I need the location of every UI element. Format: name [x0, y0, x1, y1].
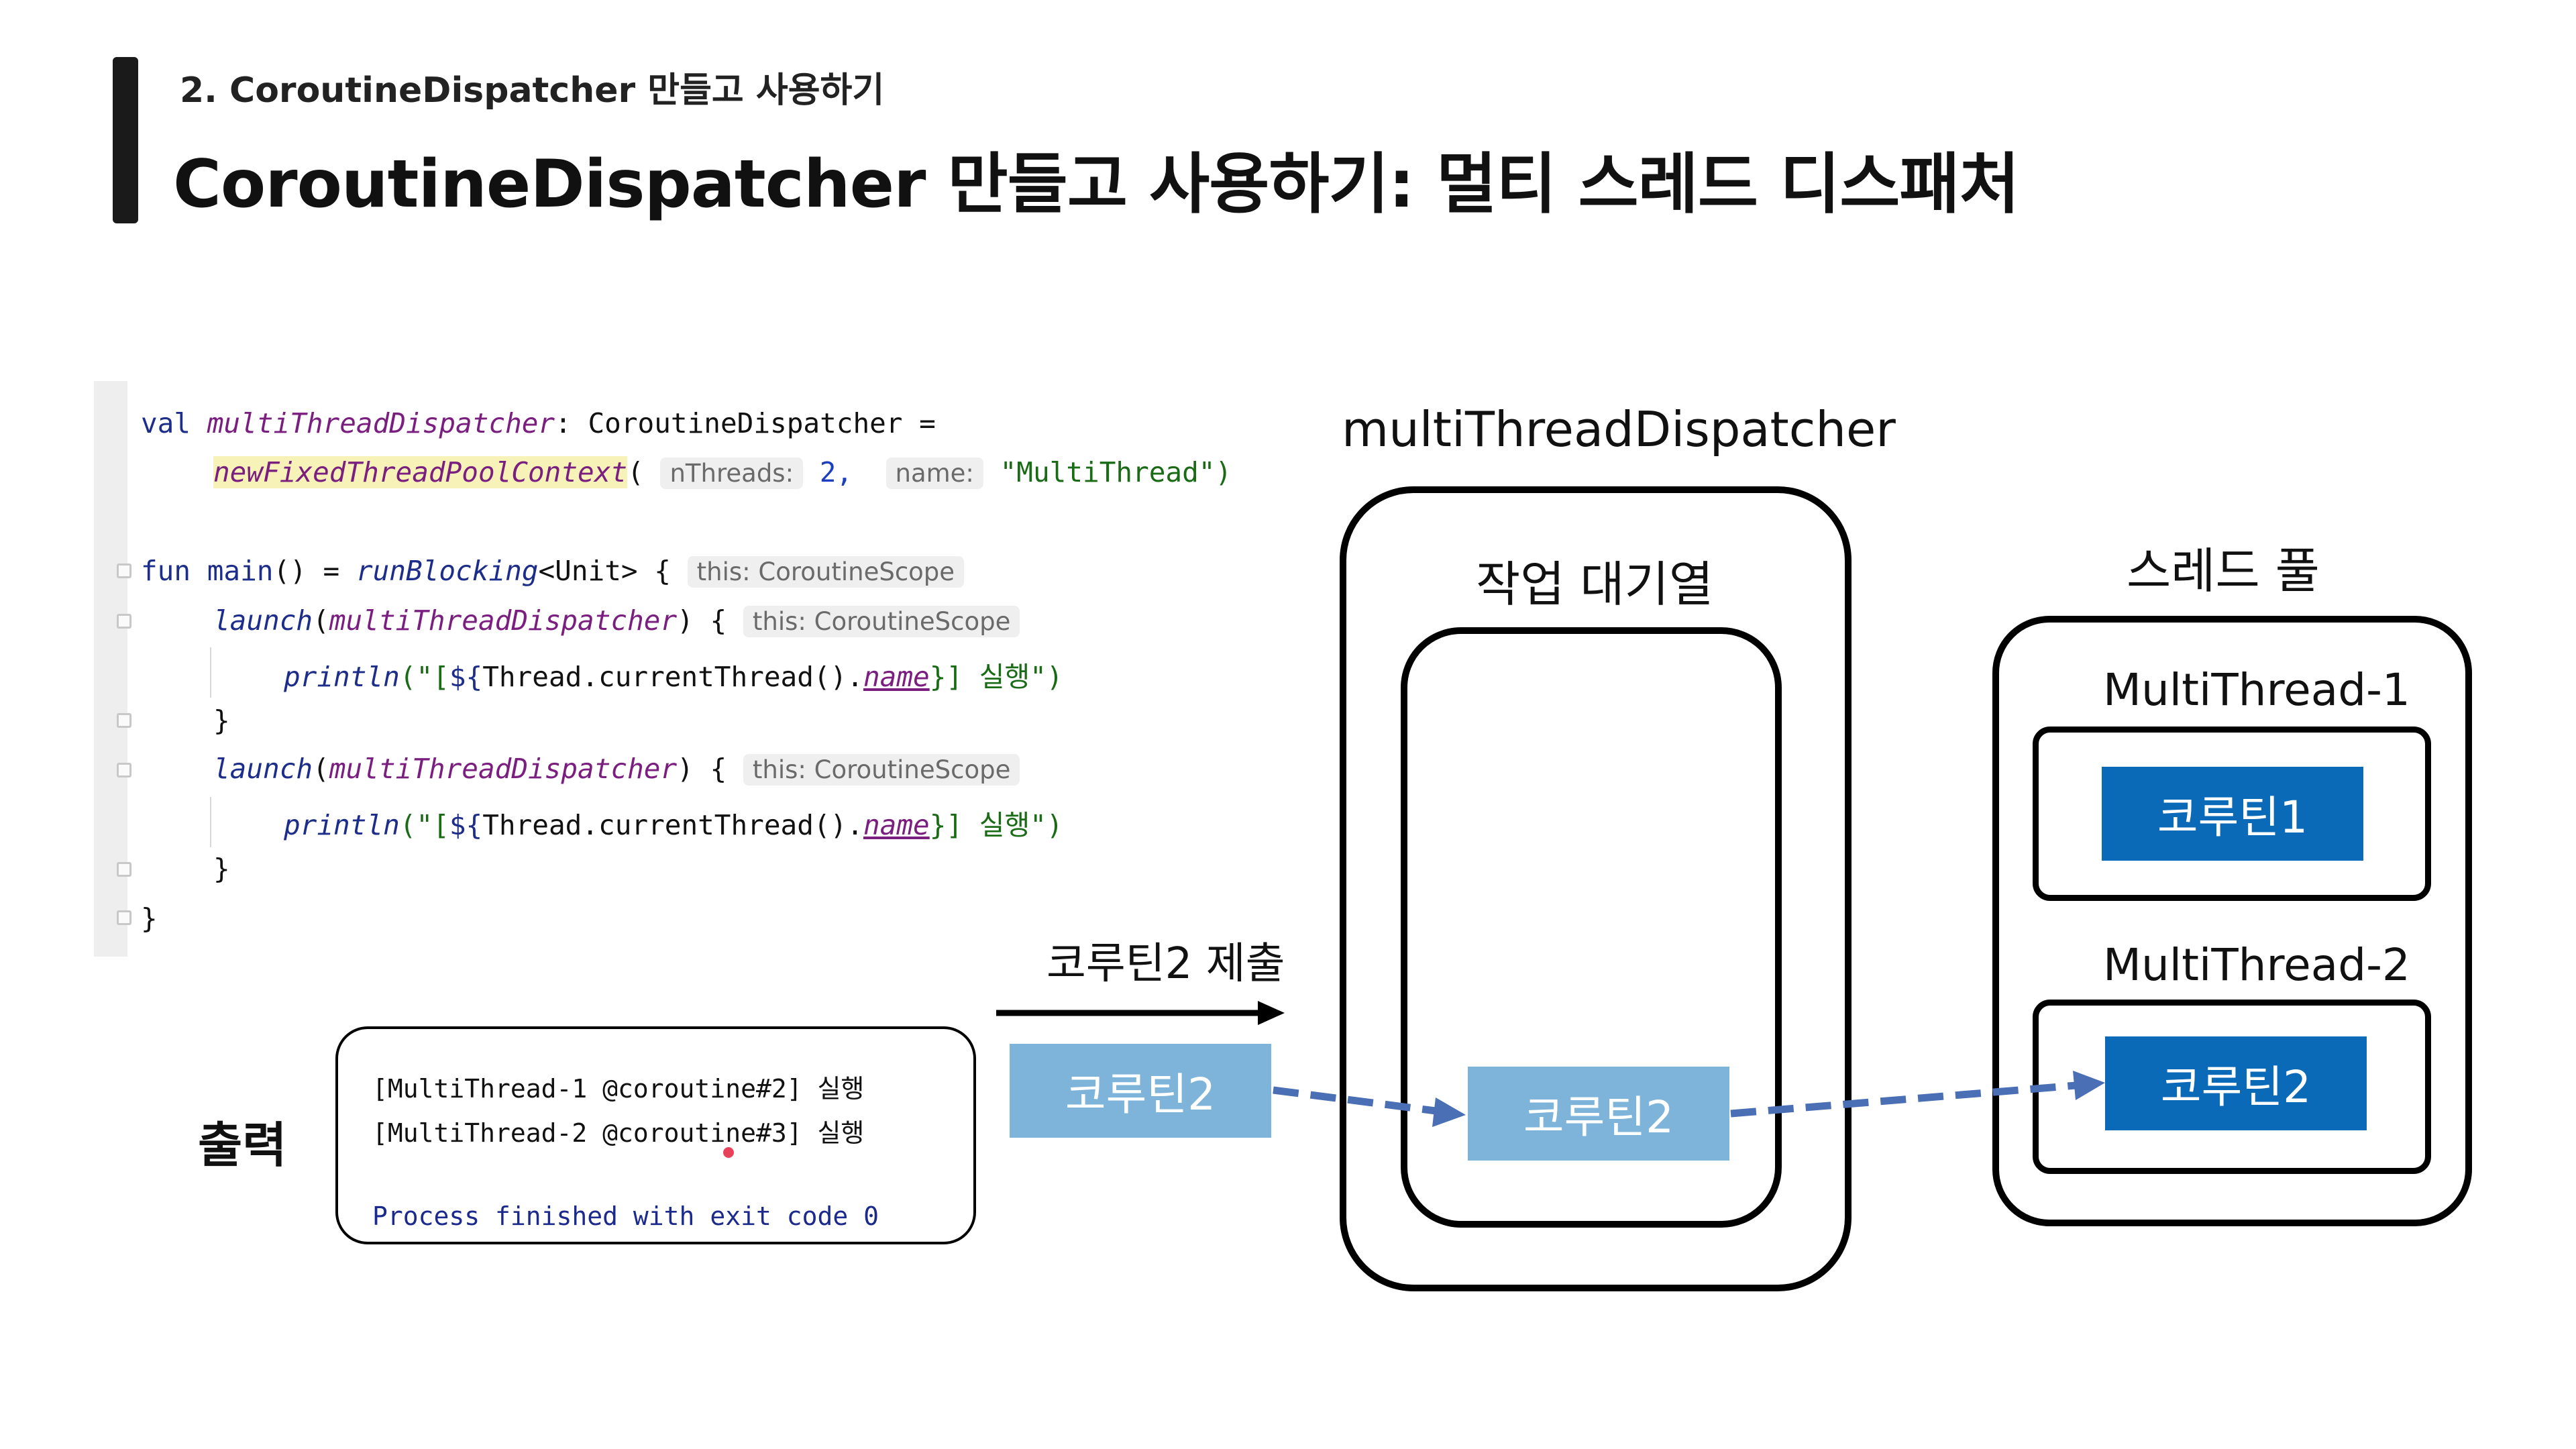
flow-arrows — [1273, 1071, 2105, 1127]
dashed-arrow-to-queue-icon — [1273, 1086, 1466, 1127]
dashed-arrow-to-thread2-icon — [1730, 1071, 2105, 1118]
